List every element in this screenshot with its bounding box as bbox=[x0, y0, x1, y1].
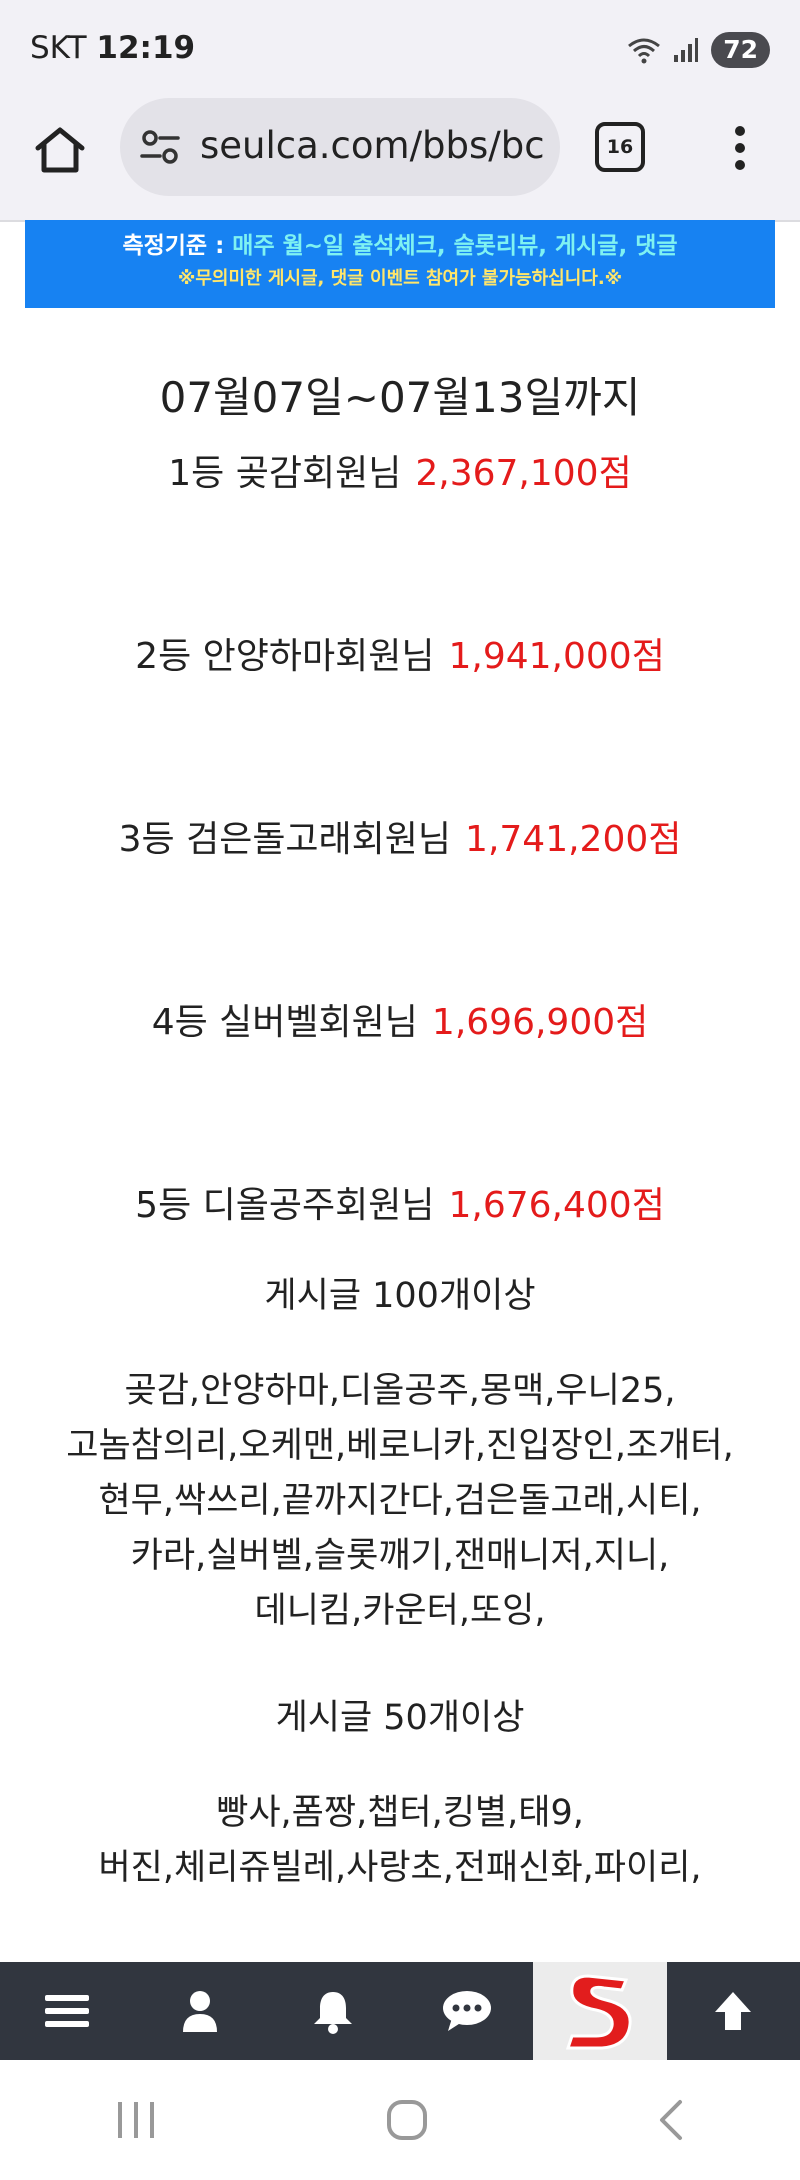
battery-indicator: 72 bbox=[711, 32, 770, 68]
home-circle-icon[interactable] bbox=[385, 2098, 429, 2142]
chat-icon bbox=[442, 1991, 491, 2031]
more-vert-icon bbox=[735, 126, 745, 170]
rank-score: 1,676,400점 bbox=[448, 1185, 665, 1226]
member-line: 현무,싹쓰리,끝까지간다,검은돌고래,시티, bbox=[98, 1481, 702, 1521]
url-text: seulca.com/bbs/bc bbox=[200, 124, 545, 167]
ranking-item: 5등 디올공주회원님 1,676,400점 bbox=[0, 1157, 800, 1267]
status-icons: 72 bbox=[627, 32, 770, 68]
user-icon bbox=[182, 1991, 217, 2032]
browser-toolbar: seulca.com/bbs/bc 16 bbox=[0, 96, 800, 222]
rank-score: 1,741,200점 bbox=[465, 819, 682, 860]
ranking-item: 3등 검은돌고래회원님 1,741,200점 bbox=[0, 791, 800, 974]
ranking-item: 2등 안양하마회원님 1,941,000점 bbox=[0, 608, 800, 791]
arrow-up-icon bbox=[715, 1992, 752, 2030]
carrier-time: SKT 12:19 bbox=[30, 30, 195, 66]
site-logo-button[interactable] bbox=[533, 1962, 667, 2060]
hamburger-icon bbox=[44, 1995, 89, 2027]
status-bar: SKT 12:19 72 bbox=[0, 0, 800, 96]
rank-name: 3등 검은돌고래회원님 bbox=[118, 819, 452, 860]
wifi-icon bbox=[628, 38, 661, 64]
recent-apps-icon[interactable] bbox=[114, 2100, 158, 2140]
criteria-label: 측정기준 : bbox=[122, 233, 233, 259]
member-line: 고놈참의리,오케맨,베로니카,진입장인,조개터, bbox=[66, 1426, 734, 1466]
nav-chat-button[interactable] bbox=[400, 1962, 533, 2060]
home-button[interactable] bbox=[30, 120, 90, 180]
rank-name: 5등 디올공주회원님 bbox=[135, 1185, 435, 1226]
carrier: SKT bbox=[30, 30, 87, 66]
rank-score: 2,367,100점 bbox=[415, 453, 632, 494]
nav-notifications-button[interactable] bbox=[267, 1962, 400, 2060]
member-list: 곶감,안양하마,디올공주,몽맥,우니25, 고놈참의리,오케맨,베로니카,진입장… bbox=[0, 1364, 800, 1639]
period-title: 07월07일~07월13일까지 bbox=[159, 373, 641, 422]
member-line: 데니킴,카운터,또잉, bbox=[254, 1591, 546, 1631]
tab-switcher-button[interactable]: 16 bbox=[595, 122, 645, 172]
nav-profile-button[interactable] bbox=[133, 1962, 266, 2060]
member-line: 카라,실버벨,슬롯깨기,잰매니저,지니, bbox=[130, 1536, 670, 1576]
rank-name: 2등 안양하마회원님 bbox=[135, 636, 435, 677]
ranking-item: 1등 곶감회원님 2,367,100점 bbox=[0, 425, 800, 608]
site-bottom-nav bbox=[0, 1962, 800, 2060]
home-icon bbox=[35, 127, 85, 173]
rank-score: 1,696,900점 bbox=[431, 1002, 649, 1043]
section-title: 게시글 100개이상 bbox=[264, 1276, 536, 1316]
system-nav-bar bbox=[0, 2060, 800, 2180]
bell-icon bbox=[314, 1992, 353, 2034]
rank-name: 4등 실버벨회원님 bbox=[151, 1002, 418, 1043]
rank-name: 1등 곶감회원님 bbox=[168, 453, 402, 494]
signal-icon bbox=[674, 38, 699, 62]
site-logo-icon bbox=[565, 1974, 632, 2050]
nav-menu-button[interactable] bbox=[0, 1962, 133, 2060]
member-line: 빵사,폼짱,챕터,킹별,태9, bbox=[216, 1793, 584, 1833]
rank-score: 1,941,000점 bbox=[448, 636, 665, 677]
address-bar[interactable]: seulca.com/bbs/bc bbox=[120, 98, 560, 196]
event-banner: 측정기준 : 매주 월~일 출석체크, 슬롯리뷰, 게시글, 댓글 ※무의미한 … bbox=[25, 220, 775, 308]
section-title: 게시글 50개이상 bbox=[275, 1698, 525, 1738]
member-line: 곶감,안양하마,디올공주,몽맥,우니25, bbox=[124, 1371, 676, 1411]
site-settings-icon[interactable] bbox=[140, 130, 180, 164]
criteria-text: 매주 월~일 출석체크, 슬롯리뷰, 게시글, 댓글 bbox=[232, 233, 678, 259]
menu-button[interactable] bbox=[725, 118, 755, 178]
member-line: 버진,체리쥬빌레,사랑초,전패신화,파이리, bbox=[98, 1848, 702, 1888]
member-list: 빵사,폼짱,챕터,킹별,태9, 버진,체리쥬빌레,사랑초,전패신화,파이리, bbox=[0, 1786, 800, 1896]
scroll-top-button[interactable] bbox=[667, 1962, 800, 2060]
ranking-item: 4등 실버벨회원님 1,696,900점 bbox=[0, 974, 800, 1157]
banner-notice: ※무의미한 게시글, 댓글 이벤트 참여가 불가능하십니다.※ bbox=[177, 268, 623, 289]
post-content: 07월07일~07월13일까지 1등 곶감회원님 2,367,100점 2등 안양… bbox=[0, 330, 800, 1896]
clock: 12:19 bbox=[96, 30, 196, 66]
criteria-line: 측정기준 : 매주 월~일 출석체크, 슬롯리뷰, 게시글, 댓글 bbox=[25, 226, 775, 260]
back-icon[interactable] bbox=[656, 2098, 686, 2142]
